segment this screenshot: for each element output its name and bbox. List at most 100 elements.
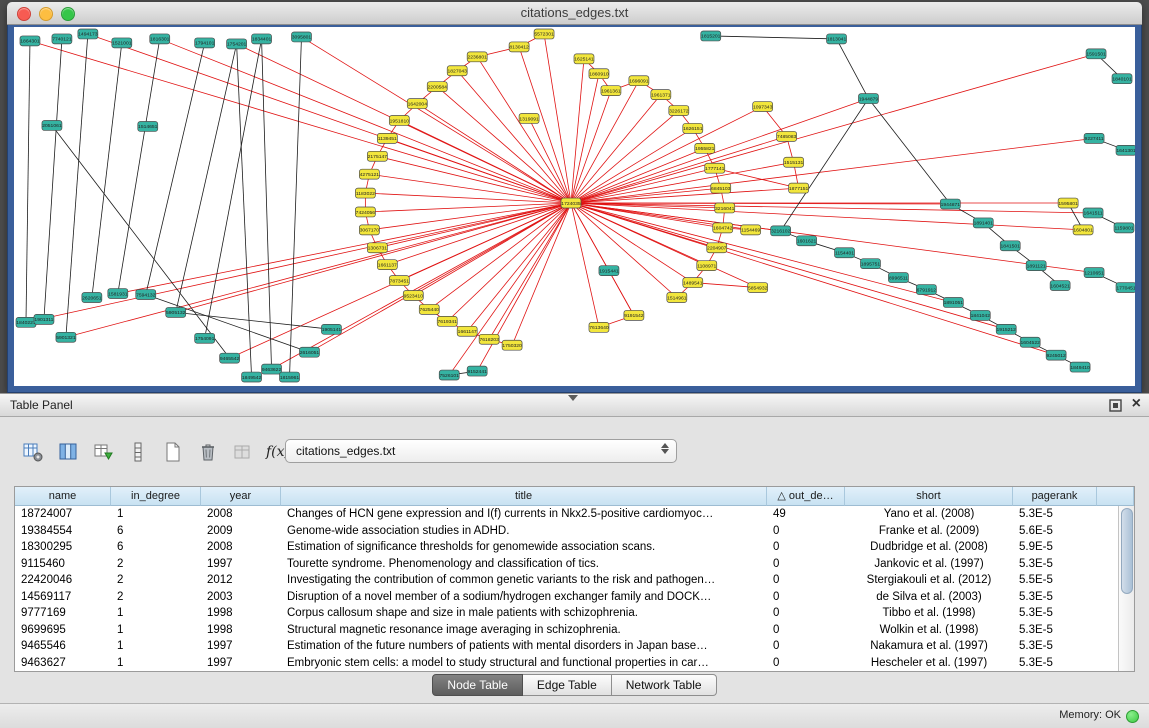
column-header-in_degree[interactable]: in_degree <box>111 487 201 506</box>
graph-edge[interactable] <box>176 203 571 312</box>
graph-edge[interactable] <box>477 203 571 371</box>
graph-node[interactable]: 1601621 <box>797 236 817 246</box>
column-header-out_de[interactable]: △ out_de… <box>767 487 845 506</box>
graph-node[interactable]: 1841501 <box>1000 241 1020 251</box>
table-row[interactable]: 1872400712008Changes of HCN gene express… <box>15 506 1134 523</box>
network-svg[interactable]: 1724035223680118270432200584164200419518… <box>14 27 1135 386</box>
graph-node[interactable]: 1840221 <box>16 317 36 327</box>
graph-edge[interactable] <box>118 203 571 293</box>
graph-edge[interactable] <box>519 47 571 203</box>
graph-edge[interactable] <box>146 43 205 295</box>
graph-node[interactable]: 1595801 <box>1058 198 1078 208</box>
graph-node[interactable]: 1955821 <box>695 143 715 153</box>
graph-edge[interactable] <box>571 59 584 203</box>
graph-node[interactable]: 1154401 <box>835 248 855 258</box>
graph-edge[interactable] <box>92 43 122 298</box>
graph-edge[interactable] <box>571 81 639 203</box>
graph-edge[interactable] <box>437 87 571 203</box>
graph-edge[interactable] <box>571 203 599 327</box>
graph-node[interactable]: 1642004 <box>407 99 427 109</box>
graph-edge[interactable] <box>711 36 837 39</box>
graph-edge[interactable] <box>544 34 571 203</box>
graph-node[interactable]: 1515131 <box>784 157 804 167</box>
graph-node[interactable]: 1864301 <box>20 36 40 46</box>
graph-node[interactable]: 1514961 <box>667 293 687 303</box>
graph-node[interactable]: 1891051 <box>943 297 963 307</box>
graph-node[interactable]: 1827043 <box>447 66 467 76</box>
graph-edge[interactable] <box>118 39 160 294</box>
graph-node[interactable]: 9191542 <box>624 310 644 320</box>
graph-node[interactable]: 7485083 <box>777 131 797 141</box>
graph-node[interactable]: 1591501 <box>1086 49 1106 59</box>
column-header-short[interactable]: short <box>845 487 1013 506</box>
graph-edge[interactable] <box>571 188 721 203</box>
table-row[interactable]: 1938455462009Genome-wide association stu… <box>15 523 1134 540</box>
graph-node[interactable]: 1816301 <box>150 34 170 44</box>
graph-node[interactable]: 7594132 <box>136 290 156 300</box>
graph-node[interactable]: 1097343 <box>753 102 773 112</box>
graph-node[interactable]: 1754201 <box>227 39 247 49</box>
graph-edge[interactable] <box>571 188 799 203</box>
column-header-title[interactable]: title <box>281 487 767 506</box>
graph-node[interactable]: 1849542 <box>242 372 262 382</box>
graph-node[interactable]: 1915212 <box>996 324 1016 334</box>
table-row[interactable]: 911546021997Tourette syndrome. Phenomeno… <box>15 556 1134 573</box>
graph-node[interactable]: 1108971 <box>697 261 717 271</box>
graph-edge[interactable] <box>489 203 571 339</box>
table-settings-button[interactable] <box>20 439 46 465</box>
graph-edge[interactable] <box>571 203 1093 213</box>
network-canvas[interactable]: 1724035223680118270432200584164200419518… <box>14 27 1135 386</box>
graph-node[interactable]: 1961371 <box>651 90 671 100</box>
graph-node[interactable]: 1770451 <box>1116 283 1135 293</box>
graph-node[interactable]: 1210651 <box>1084 268 1104 278</box>
table-row[interactable]: 1456911722003Disruption of a novel membe… <box>15 589 1134 606</box>
graph-node[interactable]: 1777141 <box>705 163 725 173</box>
graph-node[interactable]: 9465542 <box>220 353 240 363</box>
close-panel-icon[interactable]: × <box>1132 396 1141 412</box>
graph-edge[interactable] <box>571 74 599 203</box>
graph-edge[interactable] <box>609 271 634 316</box>
graph-node[interactable]: 1951810 <box>389 116 409 126</box>
delete-table-button[interactable] <box>195 439 221 465</box>
graph-node[interactable]: 9152441 <box>467 366 487 376</box>
graph-node[interactable]: 1696091 <box>629 76 649 86</box>
graph-node[interactable]: 3216102 <box>771 226 791 236</box>
row-options-button[interactable] <box>125 439 151 465</box>
graph-node[interactable]: 2175147 <box>367 151 387 161</box>
graph-node[interactable]: 1849410 <box>1070 362 1090 372</box>
graph-node[interactable]: 2616051 <box>299 347 319 357</box>
graph-node[interactable]: 7740121 <box>52 34 72 44</box>
graph-edge[interactable] <box>365 193 571 203</box>
graph-node[interactable]: 1641301 <box>1116 145 1135 155</box>
graph-node[interactable]: 7526101 <box>439 370 459 380</box>
window-titlebar[interactable]: citations_edges.txt <box>7 2 1142 25</box>
graph-edge[interactable] <box>262 39 272 369</box>
graph-node[interactable]: 1514651 <box>138 121 158 131</box>
graph-node[interactable]: 7619341 <box>437 316 457 326</box>
graph-node[interactable]: 3226172 <box>669 106 689 116</box>
table-row[interactable]: 946362711997Embryonic stem cells: a mode… <box>15 655 1134 672</box>
graph-node[interactable]: 1834401 <box>252 34 272 44</box>
graph-edge[interactable] <box>146 295 310 353</box>
memory-status-icon[interactable] <box>1126 710 1139 723</box>
graph-node[interactable]: 1661147 <box>457 326 477 336</box>
graph-node[interactable]: 1750320 <box>502 340 522 350</box>
graph-node[interactable]: 1625141 <box>574 54 594 64</box>
graph-edge[interactable] <box>44 39 62 319</box>
graph-edge[interactable] <box>571 203 1083 230</box>
graph-node[interactable]: 1641511 <box>1083 208 1103 218</box>
graph-node[interactable]: 1604801 <box>1073 225 1093 235</box>
graph-edge[interactable] <box>26 41 30 322</box>
graph-node[interactable]: 1489541 <box>683 278 703 288</box>
graph-edge[interactable] <box>52 125 230 358</box>
graph-node[interactable]: 1604521 <box>1050 281 1070 291</box>
graph-node[interactable]: 1815201 <box>701 31 721 41</box>
graph-node[interactable]: 1901311 <box>34 314 54 324</box>
graph-node[interactable]: 9245012 <box>1046 350 1066 360</box>
graph-node[interactable]: 1841042 <box>970 310 990 320</box>
float-panel-icon[interactable] <box>1109 399 1122 412</box>
table-row[interactable]: 946554611997Estimation of the future num… <box>15 638 1134 655</box>
graph-node[interactable]: 1891121 <box>1026 261 1046 271</box>
import-table-button[interactable] <box>90 439 116 465</box>
graph-node[interactable]: 1944871 <box>940 199 960 209</box>
